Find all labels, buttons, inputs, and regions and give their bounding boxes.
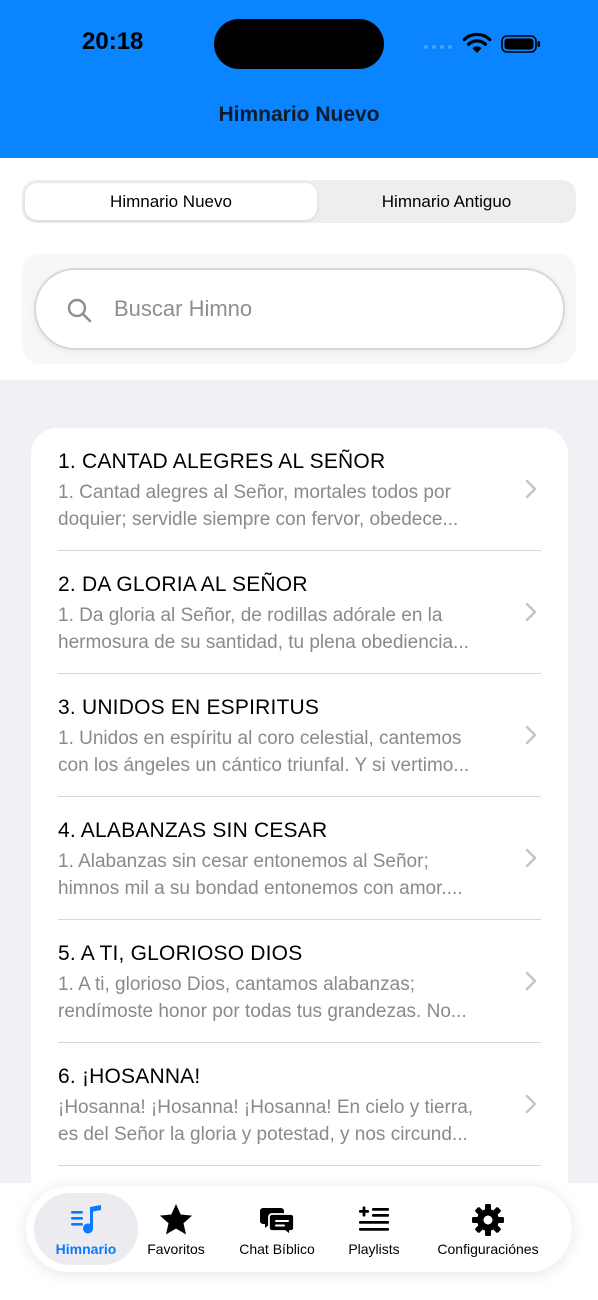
tab-label: Chat Bíblico: [239, 1241, 315, 1257]
tab-label: Playlists: [348, 1241, 400, 1257]
chevron-right-icon: [525, 479, 537, 499]
battery-icon: [501, 35, 540, 53]
hymn-row[interactable]: 4. ALABANZAS SIN CESAR 1. Alabanzas sin …: [31, 797, 568, 920]
dynamic-island: [214, 19, 384, 69]
hymn-preview: 1. Cantad alegres al Señor, mortales tod…: [58, 482, 459, 530]
chevron-right-icon: [525, 725, 537, 745]
hymn-title: 4. ALABANZAS SIN CESAR: [58, 819, 328, 842]
cellular-signal-icon: [424, 45, 452, 49]
hymn-title: 1. CANTAD ALEGRES AL SEÑOR: [58, 450, 386, 473]
divider: [58, 1165, 541, 1166]
gear-icon: [472, 1204, 504, 1236]
hymn-preview: 1. Unidos en espíritu al coro celestial,…: [58, 728, 470, 776]
segment-himnario-antiguo[interactable]: Himnario Antiguo: [320, 183, 573, 220]
hymn-title: 2. DA GLORIA AL SEÑOR: [58, 573, 308, 596]
hymn-title: 3. UNIDOS EN ESPIRITUS: [58, 696, 320, 719]
chevron-right-icon: [525, 1094, 537, 1114]
page-title: Himnario Nuevo: [218, 103, 380, 126]
hymn-row[interactable]: 2. DA GLORIA AL SEÑOR 1. Da gloria al Se…: [31, 551, 568, 674]
tab-label: Configuraciónes: [437, 1241, 539, 1257]
playlist-add-icon: [359, 1206, 389, 1231]
tab-favoritos[interactable]: Favoritos: [138, 1186, 214, 1272]
hymn-preview: 1. Alabanzas sin cesar entonemos al Seño…: [58, 851, 463, 899]
tab-chat-biblico[interactable]: Chat Bíblico: [226, 1186, 328, 1272]
star-icon: [160, 1204, 192, 1235]
hymn-row[interactable]: 5. A TI, GLORIOSO DIOS 1. A ti, glorioso…: [31, 920, 568, 1043]
hymn-row[interactable]: 3. UNIDOS EN ESPIRITUS 1. Unidos en espí…: [31, 674, 568, 797]
hymn-preview: 1. Da gloria al Señor, de rodillas adóra…: [58, 605, 469, 653]
chevron-right-icon: [525, 971, 537, 991]
hymn-list: 1. CANTAD ALEGRES AL SEÑOR 1. Cantad ale…: [31, 428, 568, 1300]
tab-label: Himnario: [55, 1241, 117, 1257]
music-note-list-icon: [71, 1205, 101, 1234]
chevron-right-icon: [525, 602, 537, 622]
tab-label: Favoritos: [147, 1241, 205, 1257]
hymnal-segmented-control: Himnario Nuevo Himnario Antiguo: [22, 180, 576, 223]
tab-bar: Himnario Favoritos Chat Bíblico Playlist…: [26, 1186, 572, 1272]
hymn-row[interactable]: 6. ¡HOSANNA! ¡Hosanna! ¡Hosanna! ¡Hosann…: [31, 1043, 568, 1166]
header: 20:18 Himnario Nuevo: [0, 0, 598, 158]
search-bar[interactable]: [34, 268, 565, 350]
segment-himnario-nuevo[interactable]: Himnario Nuevo: [25, 183, 317, 220]
tab-configuraciones[interactable]: Configuraciónes: [426, 1186, 550, 1272]
hymn-title: 5. A TI, GLORIOSO DIOS: [58, 942, 303, 965]
search-input[interactable]: [114, 270, 534, 348]
tab-playlists[interactable]: Playlists: [336, 1186, 412, 1272]
hymn-preview: ¡Hosanna! ¡Hosanna! ¡Hosanna! En cielo y…: [58, 1097, 474, 1145]
chevron-right-icon: [525, 848, 537, 868]
search-icon: [67, 298, 92, 323]
wifi-icon: [462, 32, 492, 53]
chat-bubbles-icon: [260, 1208, 295, 1237]
hymn-preview: 1. A ti, glorioso Dios, cantamos alabanz…: [58, 974, 467, 1022]
tab-himnario[interactable]: Himnario: [34, 1193, 138, 1265]
hymn-row[interactable]: 1. CANTAD ALEGRES AL SEÑOR 1. Cantad ale…: [31, 428, 568, 551]
hymn-title: 6. ¡HOSANNA!: [58, 1065, 201, 1088]
status-time: 20:18: [82, 28, 144, 55]
